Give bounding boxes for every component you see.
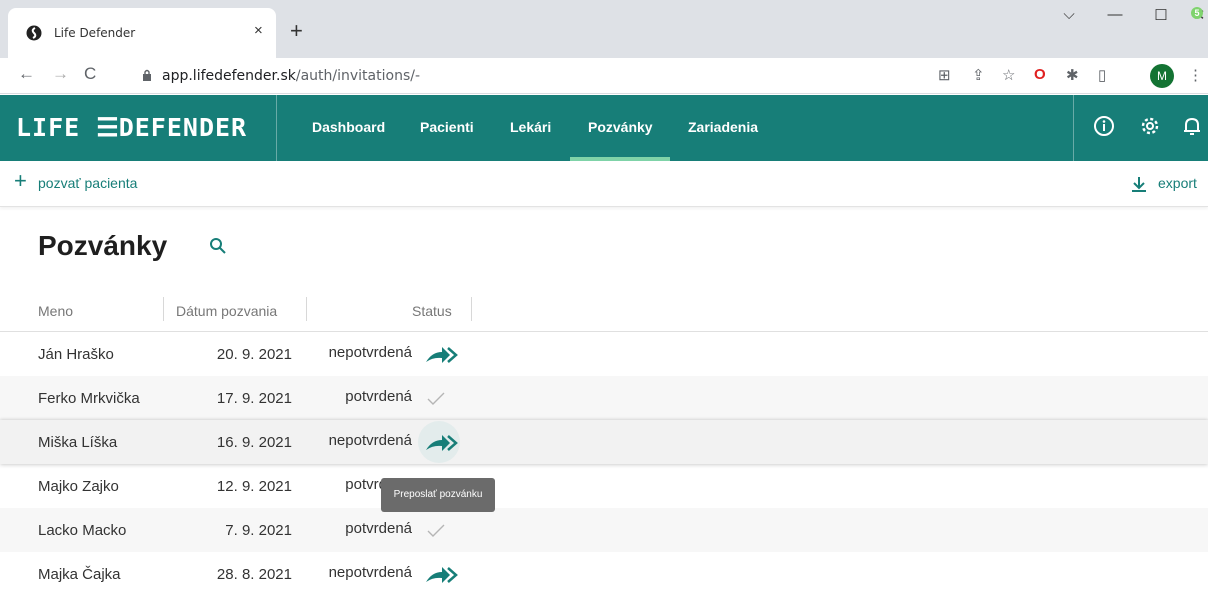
patient-name: Ferko Mrkvička (38, 390, 140, 407)
table-header: Meno Dátum pozvania Status (0, 292, 1208, 332)
check-icon (427, 524, 445, 537)
nav-lekari[interactable]: Lekári (510, 119, 551, 135)
patient-name: Miška Líška (38, 434, 118, 451)
url-field[interactable]: app.lifedefender.sk/auth/invitations/- (120, 63, 1020, 89)
resend-arrows-icon[interactable] (424, 564, 458, 586)
info-icon[interactable] (1092, 114, 1116, 138)
tab-search-icon[interactable]: ⌵ (1046, 6, 1092, 23)
translate-icon[interactable]: ⊞ (938, 66, 951, 84)
column-header-status[interactable]: Status (412, 303, 452, 319)
invitation-status: nepotvrdená (328, 564, 412, 581)
new-tab-button[interactable]: + (290, 20, 303, 42)
invitation-date: 20. 9. 2021 (216, 346, 292, 363)
tab-title: Life Defender (54, 26, 136, 40)
header-divider (276, 95, 277, 161)
settings-gear-icon[interactable] (1138, 114, 1162, 138)
invite-patient-button[interactable]: pozvať pacienta (38, 175, 137, 191)
life-defender-favicon-icon (26, 25, 42, 41)
back-arrow-icon[interactable]: ← (18, 64, 35, 84)
search-icon[interactable] (209, 237, 227, 255)
notifications-badge: 5 (1191, 7, 1203, 19)
table-row: Lacko Macko 7. 9. 2021 potvrdená (0, 508, 1208, 552)
nav-pozvanky[interactable]: Pozvánky (588, 119, 653, 135)
table-row: Miška Líška 16. 9. 2021 nepotvrdená (0, 420, 1208, 464)
invitation-date: 17. 9. 2021 (216, 390, 292, 407)
life-defender-logo[interactable]: LIFE ☰DEFENDER (16, 113, 247, 142)
resend-arrows-icon[interactable] (424, 344, 458, 366)
nav-zariadenia[interactable]: Zariadenia (688, 119, 758, 135)
nav-pacienti[interactable]: Pacienti (420, 119, 474, 135)
forward-arrow-icon[interactable]: → (52, 64, 69, 84)
bookmark-star-icon[interactable]: ☆ (1002, 66, 1015, 84)
browser-address-bar: ← → C app.lifedefender.sk/auth/invitatio… (0, 58, 1208, 94)
side-panel-icon[interactable]: ▯ (1098, 66, 1106, 84)
page-title: Pozvánky (38, 230, 168, 261)
invitation-status: nepotvrdená (328, 344, 412, 361)
tab-close-icon[interactable]: × (254, 22, 263, 39)
share-icon[interactable]: ⇪ (972, 66, 985, 84)
invitation-date: 7. 9. 2021 (225, 522, 292, 539)
menu-kebab-icon[interactable]: ⋮ (1188, 66, 1203, 84)
patient-name: Ján Hraško (38, 346, 114, 363)
patient-name: Lacko Macko (38, 522, 127, 539)
table-row: Ján Hraško 20. 9. 2021 nepotvrdená (0, 332, 1208, 376)
profile-avatar[interactable]: M (1150, 64, 1174, 88)
invitation-status: nepotvrdená (328, 432, 412, 449)
nav-dashboard[interactable]: Dashboard (312, 119, 385, 135)
column-header-datum[interactable]: Dátum pozvania (176, 303, 277, 319)
resend-tooltip: Preposlať pozvánku (381, 478, 495, 512)
resend-arrows-icon[interactable] (424, 432, 458, 454)
column-separator (306, 297, 307, 321)
invitation-date: 16. 9. 2021 (216, 434, 292, 451)
header-right-divider (1073, 95, 1074, 161)
invitation-status: potvrdená (345, 388, 412, 405)
notifications-bell-icon[interactable] (1180, 114, 1204, 138)
extensions-puzzle-icon[interactable]: ✱ (1066, 66, 1079, 84)
table-row: Ferko Mrkvička 17. 9. 2021 potvrdená (0, 376, 1208, 420)
download-icon[interactable] (1130, 175, 1148, 193)
column-separator (163, 297, 164, 321)
opera-icon[interactable]: O (1034, 66, 1046, 83)
invitation-date: 28. 8. 2021 (216, 566, 292, 583)
minimize-button[interactable]: — (1092, 6, 1138, 23)
app-header: LIFE ☰DEFENDER Dashboard Pacienti Lekári… (0, 95, 1208, 161)
invitation-status: potvrdená (345, 520, 412, 537)
check-icon (427, 392, 445, 405)
column-header-meno[interactable]: Meno (38, 303, 73, 319)
lock-icon (143, 69, 151, 81)
export-button[interactable]: export (1158, 175, 1197, 191)
browser-tab-strip: Life Defender × + ⌵ — ☐ ✕ (0, 0, 1208, 58)
plus-icon[interactable]: + (14, 170, 27, 192)
patient-name: Majko Zajko (38, 478, 119, 495)
page-toolbar: + pozvať pacienta export (0, 161, 1208, 207)
patient-name: Majka Čajka (38, 566, 121, 583)
invitation-date: 12. 9. 2021 (216, 478, 292, 495)
url-text: app.lifedefender.sk/auth/invitations/- (162, 68, 421, 84)
table-row: Majka Čajka 28. 8. 2021 nepotvrdená (0, 552, 1208, 596)
column-separator (471, 297, 472, 321)
table-row: Majko Zajko 12. 9. 2021 potvrdená (0, 464, 1208, 508)
browser-tab[interactable]: Life Defender × (8, 8, 276, 58)
reload-icon[interactable]: C (84, 64, 96, 84)
